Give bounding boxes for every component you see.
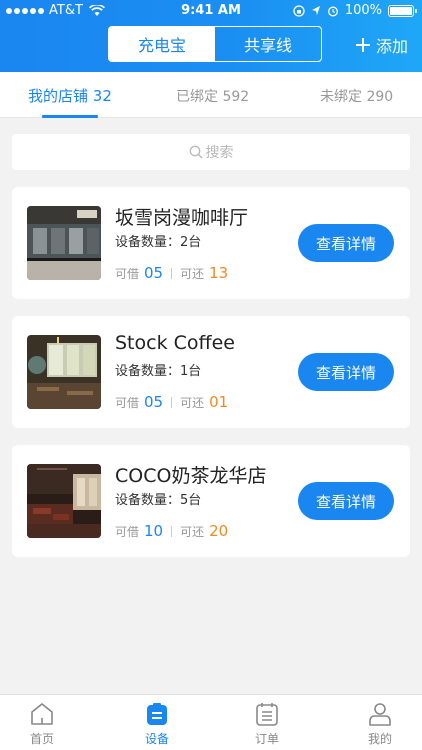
tab-label: 我的店铺	[28, 87, 89, 105]
borrow-count: 10	[144, 522, 164, 540]
stats-divider	[171, 396, 173, 408]
nav-orders[interactable]: 订单	[237, 701, 297, 747]
store-name: 坂雪岗漫咖啡厅	[115, 207, 249, 229]
status-bar: AT&T 9:41 AM 100%	[0, 0, 422, 22]
store-stats: 可借 05 可还 13	[115, 264, 228, 282]
device-count: 设备数量：2台	[115, 235, 202, 250]
tab-my-stores[interactable]: 我的店铺 32	[28, 85, 112, 106]
nav-device[interactable]: 设备	[127, 701, 187, 747]
add-label: 添加	[375, 37, 408, 56]
order-icon	[256, 703, 278, 726]
store-photo	[27, 335, 101, 409]
nav-label: 设备	[144, 732, 169, 746]
store-photo	[27, 206, 101, 280]
tab-unbound[interactable]: 未绑定 290	[320, 86, 393, 106]
battery-percent: 100%	[344, 3, 382, 18]
home-icon	[31, 703, 53, 725]
tab-bound[interactable]: 已绑定 592	[176, 86, 249, 106]
profile-icon	[369, 703, 391, 726]
stats-divider	[171, 267, 173, 279]
search-icon	[189, 145, 202, 159]
borrow-count: 05	[144, 264, 164, 282]
store-card[interactable]: COCO奶茶龙华店 设备数量：5台 可借 10 可还 20 查看详情	[12, 445, 410, 557]
location-icon	[311, 5, 320, 15]
store-card[interactable]: Stock Coffee 设备数量：1台 可借 05 可还 01 查看详情	[12, 316, 410, 428]
borrow-label: 可借	[115, 395, 140, 410]
app-header: AT&T 9:41 AM 100% 充电宝 共享线 添加	[0, 0, 422, 72]
active-tab-indicator	[42, 115, 98, 118]
return-label: 可还	[180, 395, 205, 410]
nav-profile[interactable]: 我的	[350, 701, 410, 747]
status-right: 100%	[293, 3, 417, 18]
borrow-label: 可借	[115, 266, 140, 281]
view-details-button[interactable]: 查看详情	[298, 482, 394, 520]
store-name: Stock Coffee	[115, 332, 235, 354]
nav-home[interactable]: 首页	[12, 701, 72, 747]
store-photo	[27, 464, 101, 538]
segment-power-bank[interactable]: 充电宝	[109, 27, 215, 61]
search-placeholder: 搜索	[205, 145, 234, 161]
return-count: 13	[209, 264, 229, 282]
store-stats: 可借 10 可还 20	[115, 522, 228, 540]
bottom-nav: 首页 设备 订单 我的	[0, 694, 422, 750]
tab-label: 未绑定	[320, 89, 362, 105]
nav-label: 我的	[367, 732, 392, 746]
segment-cable[interactable]: 共享线	[215, 27, 321, 61]
stats-divider	[171, 525, 173, 537]
store-stats: 可借 05 可还 01	[115, 393, 228, 411]
battery-icon	[388, 4, 417, 17]
borrow-count: 05	[144, 393, 164, 411]
borrow-label: 可借	[115, 524, 140, 539]
view-details-button[interactable]: 查看详情	[298, 353, 394, 391]
search-input[interactable]: 搜索	[12, 134, 410, 170]
nav-label: 订单	[254, 732, 279, 746]
view-details-button[interactable]: 查看详情	[298, 224, 394, 262]
add-button[interactable]: 添加	[355, 33, 408, 57]
return-count: 20	[209, 522, 229, 540]
product-segment-control: 充电宝 共享线	[108, 26, 322, 62]
store-tabs: 我的店铺 32 已绑定 592 未绑定 290	[0, 72, 422, 118]
return-label: 可还	[180, 524, 205, 539]
tab-label: 已绑定	[176, 89, 218, 105]
device-count: 设备数量：1台	[115, 364, 202, 379]
store-card[interactable]: 坂雪岗漫咖啡厅 设备数量：2台 可借 05 可还 13 查看详情	[12, 187, 410, 299]
tab-count: 32	[92, 87, 112, 105]
return-label: 可还	[180, 266, 205, 281]
device-icon	[147, 703, 167, 725]
plus-icon	[355, 38, 370, 52]
return-count: 01	[209, 393, 229, 411]
rotation-lock-icon	[293, 4, 305, 17]
alarm-icon	[327, 6, 338, 16]
device-count: 设备数量：5台	[115, 493, 202, 508]
nav-label: 首页	[29, 732, 54, 746]
tab-count: 592	[222, 89, 250, 105]
store-name: COCO奶茶龙华店	[115, 465, 267, 487]
tab-count: 290	[366, 89, 394, 105]
